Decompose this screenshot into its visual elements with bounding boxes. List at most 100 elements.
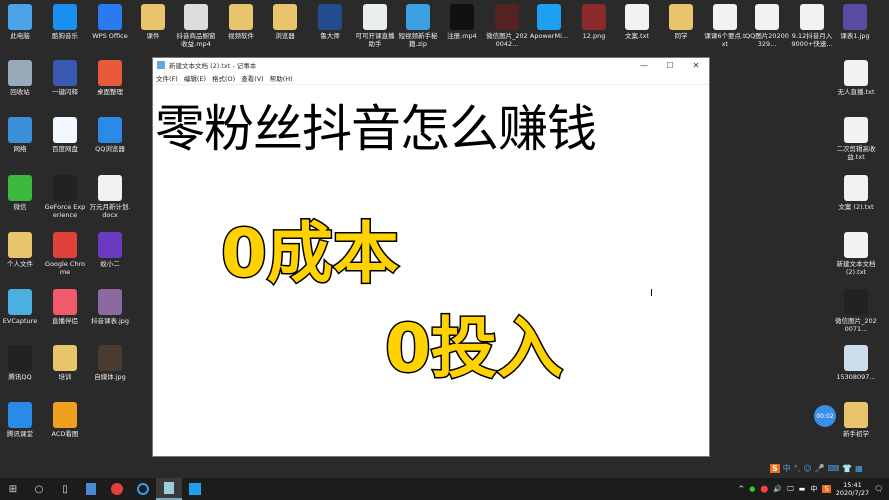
- desktop-icon[interactable]: 蚁小二: [88, 232, 132, 268]
- desktop-icon[interactable]: Google Chrome: [43, 232, 87, 276]
- calculator-icon[interactable]: [78, 478, 104, 500]
- search-icon[interactable]: ○: [26, 478, 52, 500]
- battery-icon[interactable]: ▬: [799, 485, 806, 493]
- qq-browser-icon[interactable]: [130, 478, 156, 500]
- desktop-icon[interactable]: 酷狗音乐: [43, 4, 87, 40]
- desktop-icon[interactable]: EVCapture: [0, 289, 42, 325]
- desktop-icon[interactable]: 万元月新计划.docx: [88, 175, 132, 219]
- ime-lang[interactable]: 中: [783, 463, 791, 474]
- notepad-task-icon[interactable]: [156, 478, 182, 500]
- clock[interactable]: 15:41 2020/7/27: [836, 481, 869, 497]
- chrome-icon[interactable]: [104, 478, 130, 500]
- ime-mic-icon[interactable]: 🎤: [815, 464, 825, 473]
- menu-edit[interactable]: 编辑(E): [184, 73, 206, 83]
- file-icon: [844, 175, 868, 201]
- apowermirror-icon[interactable]: [182, 478, 208, 500]
- tray-app-icon[interactable]: ⬤: [760, 485, 768, 493]
- minimize-button[interactable]: —: [631, 61, 657, 70]
- notepad-icon: [157, 61, 165, 69]
- task-view-icon[interactable]: ▯: [52, 478, 78, 500]
- sogou-icon[interactable]: S: [770, 464, 780, 473]
- ime-menu-icon[interactable]: ▦: [855, 464, 863, 473]
- notification-icon[interactable]: 🗨: [874, 485, 883, 493]
- desktop-icon[interactable]: WPS Office: [88, 4, 132, 40]
- network-icon[interactable]: 🖵: [787, 485, 794, 494]
- desktop-icon[interactable]: 自媒体.jpg: [88, 345, 132, 381]
- tray-expand-icon[interactable]: ^: [738, 485, 744, 493]
- close-button[interactable]: ✕: [683, 61, 709, 70]
- desktop-icon[interactable]: 腾讯课堂: [0, 402, 42, 438]
- menu-help[interactable]: 帮助(H): [270, 73, 293, 83]
- desktop-icon[interactable]: ACD看图: [43, 402, 87, 438]
- desktop-icon[interactable]: 课件: [131, 4, 175, 40]
- desktop-icon[interactable]: 12.png: [572, 4, 616, 40]
- icon-label: 个人文件: [7, 260, 33, 268]
- icon-label: 培训: [58, 373, 72, 381]
- file-icon: [184, 4, 208, 30]
- desktop-icon[interactable]: 二次剪辑高收益.txt: [834, 117, 878, 161]
- desktop-icon[interactable]: 15308097...: [834, 345, 878, 381]
- file-icon: [8, 4, 32, 30]
- desktop-icon[interactable]: 微信图片_2020042...: [485, 4, 529, 48]
- maximize-button[interactable]: ☐: [657, 61, 683, 70]
- file-icon: [844, 117, 868, 143]
- desktop-icon[interactable]: 回收站: [0, 60, 42, 96]
- sogou-tray-icon[interactable]: S: [822, 485, 831, 493]
- desktop-icon[interactable]: 浏览器: [263, 4, 307, 40]
- desktop-icon[interactable]: 腾讯QQ: [0, 345, 42, 381]
- desktop-icon[interactable]: 同学: [659, 4, 703, 40]
- title-bar[interactable]: 新建文本文档 (2).txt - 记事本 — ☐ ✕: [153, 58, 709, 72]
- desktop-icon[interactable]: 9.12抖音月入9000+快速...: [790, 4, 834, 48]
- wechat-tray-icon[interactable]: ●: [749, 485, 755, 493]
- desktop-icon[interactable]: 一键闪释: [43, 60, 87, 96]
- desktop-icon[interactable]: QQ浏览器: [88, 117, 132, 153]
- desktop-icon[interactable]: 微信图片_2020071...: [834, 289, 878, 333]
- desktop-icon[interactable]: 直播伴侣: [43, 289, 87, 325]
- desktop-icon[interactable]: 文案.txt: [615, 4, 659, 40]
- desktop-icon[interactable]: 无人直播.txt: [834, 60, 878, 96]
- menu-file[interactable]: 文件(F): [156, 73, 178, 83]
- desktop-icon[interactable]: 桌面整理: [88, 60, 132, 96]
- desktop-icon[interactable]: 短视频新手秘籍.zip: [396, 4, 440, 48]
- desktop-icon[interactable]: 新建文本文档 (2).txt: [834, 232, 878, 276]
- volume-icon[interactable]: 🔊: [773, 485, 782, 493]
- text-line-zero-cost: 0成本: [220, 214, 401, 294]
- desktop-icon[interactable]: 微信: [0, 175, 42, 211]
- desktop-icon[interactable]: 百度网盘: [43, 117, 87, 153]
- desktop-icon[interactable]: 课课6个要点.txt: [703, 4, 747, 48]
- text-area[interactable]: 零粉丝抖音怎么赚钱 0成本 0投入 I: [153, 84, 709, 456]
- desktop-icon[interactable]: 注册.mp4: [440, 4, 484, 40]
- desktop-icon[interactable]: 鲁大师: [308, 4, 352, 40]
- desktop-icon[interactable]: 课表1.jpg: [833, 4, 877, 40]
- desktop-icon[interactable]: 抖音商品橱窗收益.mp4: [174, 4, 218, 48]
- input-lang[interactable]: 中: [810, 484, 817, 494]
- ime-punct[interactable]: °,: [794, 464, 801, 473]
- desktop-icon[interactable]: 此电脑: [0, 4, 42, 40]
- start-button[interactable]: ⊞: [0, 478, 26, 500]
- icon-label: Google Chrome: [44, 260, 86, 276]
- icon-label: ACD看图: [51, 430, 79, 438]
- file-icon: [844, 402, 868, 428]
- menu-format[interactable]: 格式(O): [212, 73, 235, 83]
- desktop-icon[interactable]: 可可开课直播助手: [353, 4, 397, 48]
- desktop-icon[interactable]: 网络: [0, 117, 42, 153]
- file-icon: [98, 345, 122, 371]
- ime-keyboard-icon[interactable]: ⌨: [828, 464, 840, 473]
- desktop-icon[interactable]: 视频软件: [219, 4, 263, 40]
- text-line-title: 零粉丝抖音怎么赚钱: [155, 100, 597, 158]
- notepad-window[interactable]: 新建文本文档 (2).txt - 记事本 — ☐ ✕ 文件(F) 编辑(E) 格…: [152, 57, 710, 457]
- desktop-icon[interactable]: ApowerMi...: [527, 4, 571, 40]
- ime-skin-icon[interactable]: 👕: [842, 464, 852, 473]
- desktop-icon[interactable]: 文案 (2).txt: [834, 175, 878, 211]
- desktop-icon[interactable]: GeForce Experience: [43, 175, 87, 219]
- file-icon: [98, 117, 122, 143]
- file-icon: [450, 4, 474, 30]
- menu-view[interactable]: 查看(V): [241, 73, 264, 83]
- desktop-icon[interactable]: 新手初学: [834, 402, 878, 438]
- recorder-badge[interactable]: 00:02: [814, 405, 836, 427]
- ime-emoji-icon[interactable]: ☺: [803, 464, 811, 473]
- desktop-icon[interactable]: 抖音课表.jpg: [88, 289, 132, 325]
- desktop-icon[interactable]: 培训: [43, 345, 87, 381]
- desktop-icon[interactable]: QQ图片20200329...: [745, 4, 789, 48]
- desktop-icon[interactable]: 个人文件: [0, 232, 42, 268]
